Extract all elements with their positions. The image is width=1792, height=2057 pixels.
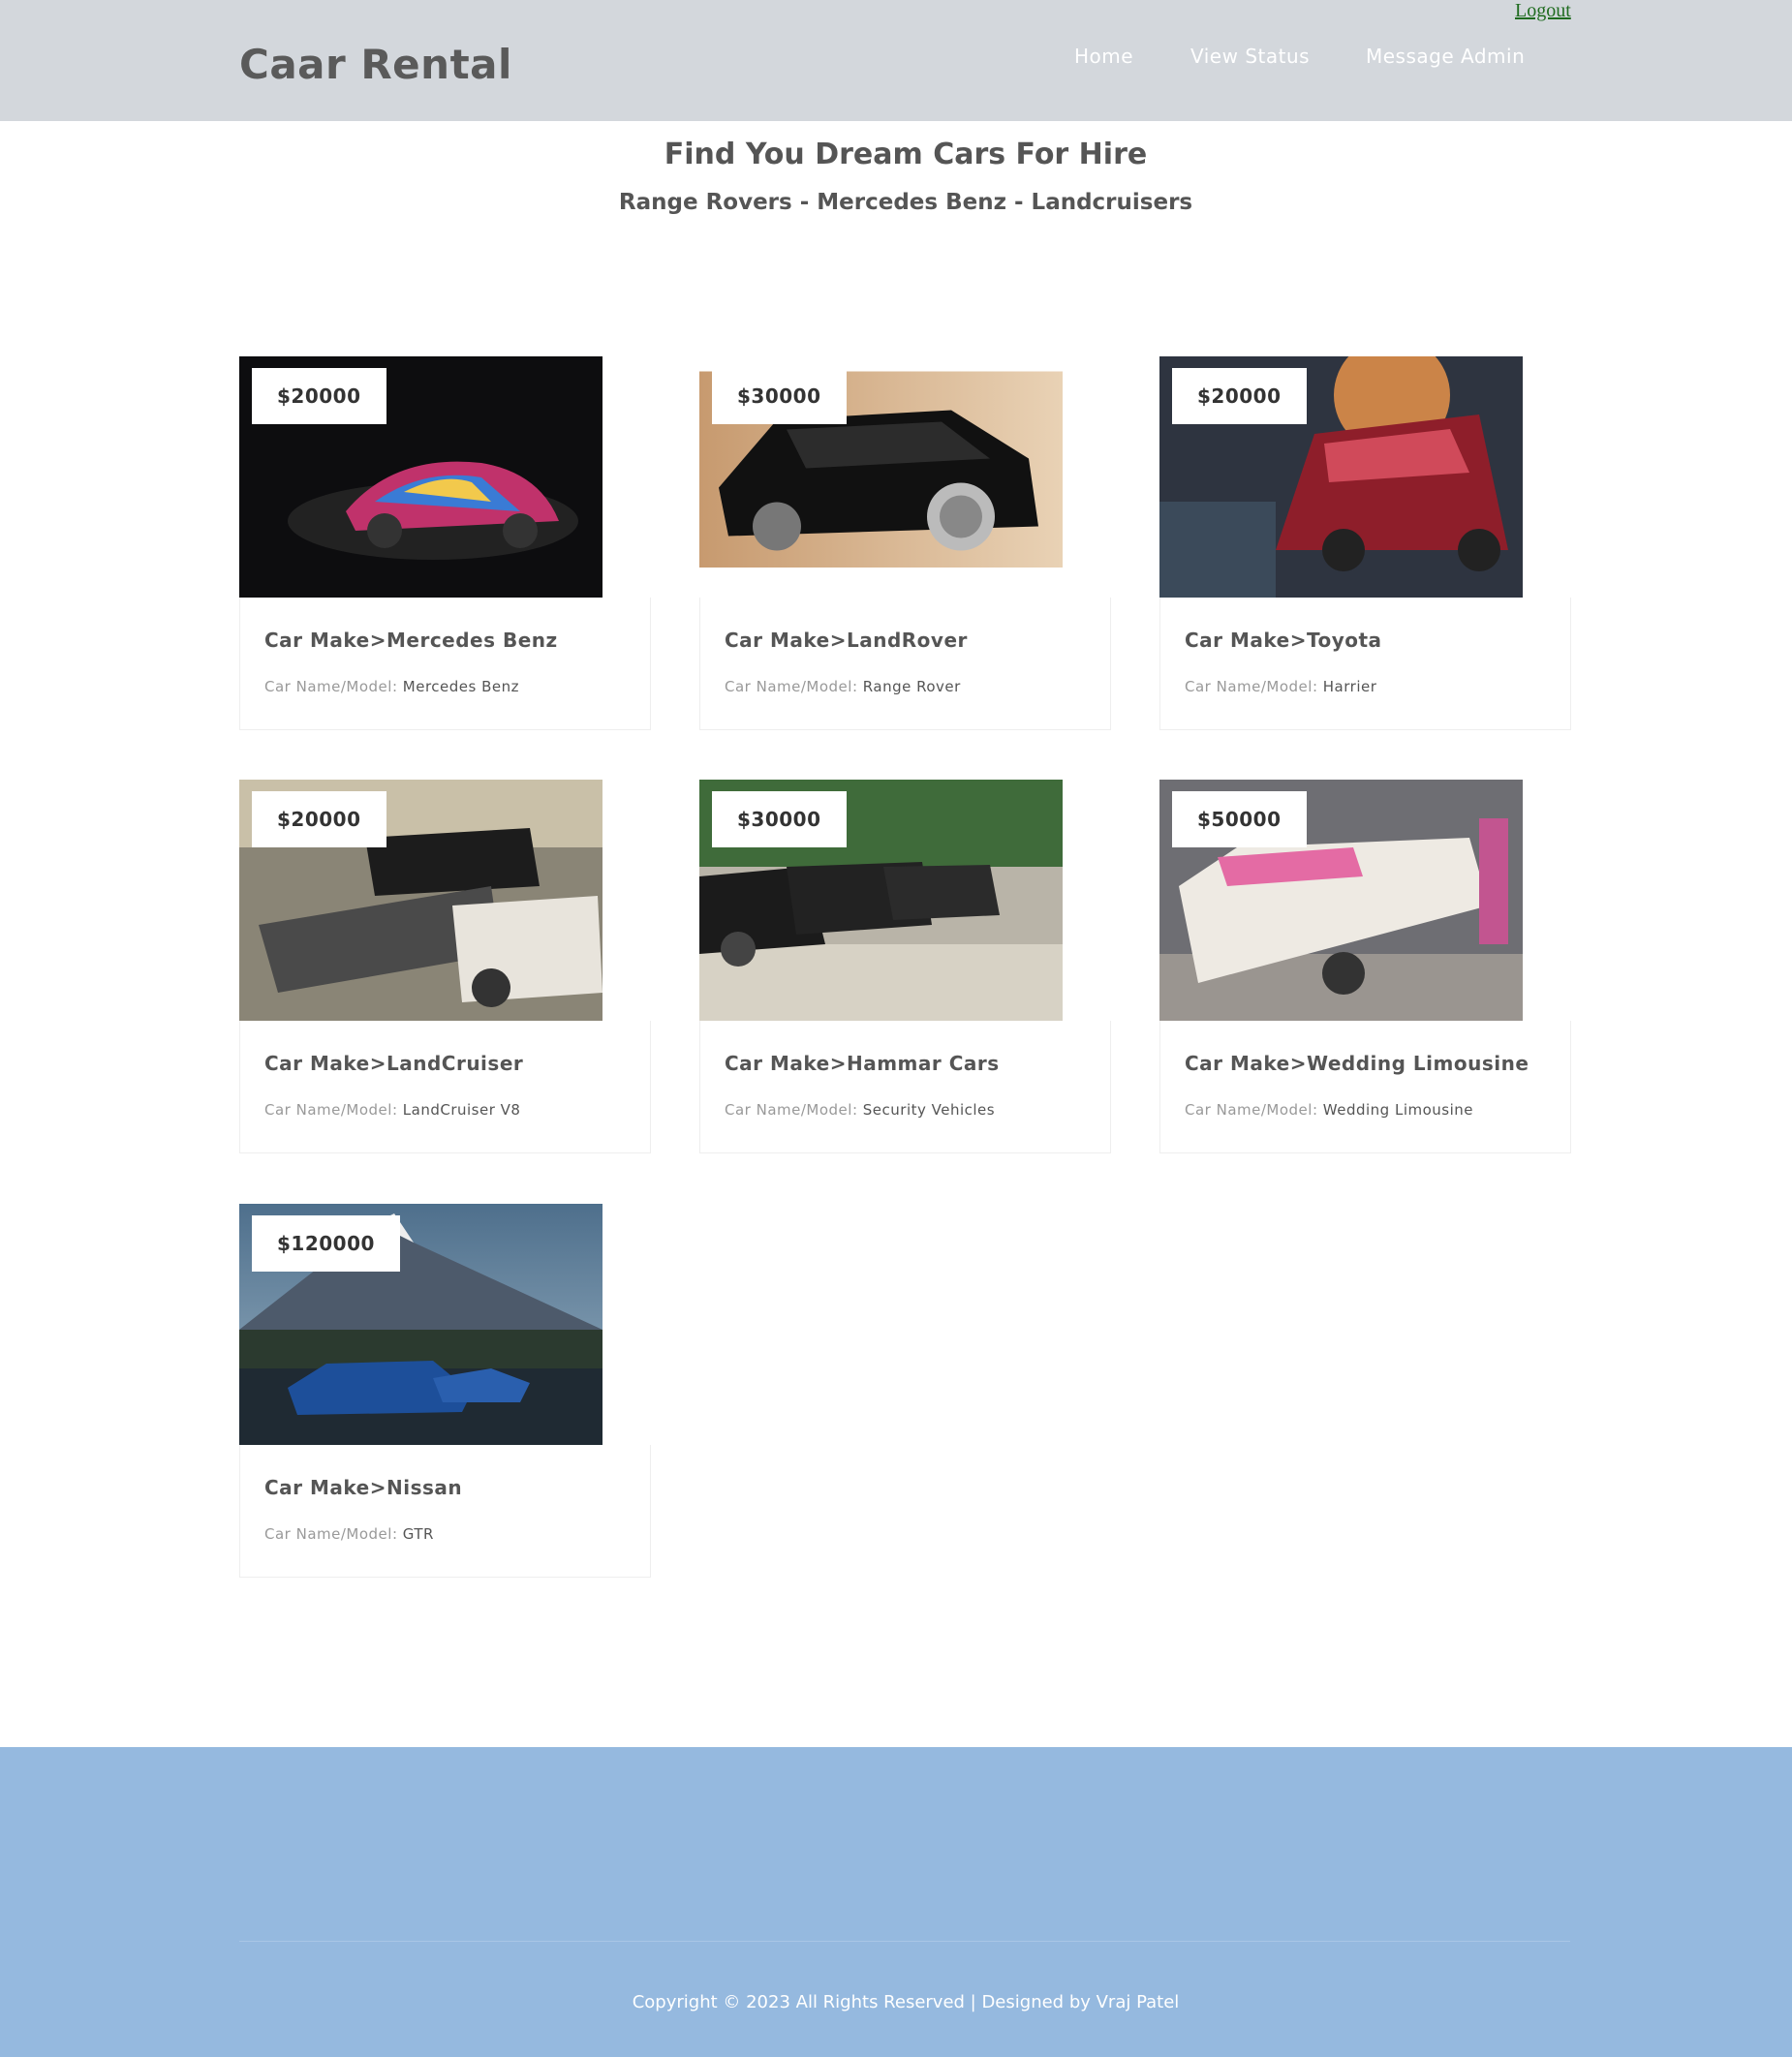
nav-view-status[interactable]: View Status	[1190, 45, 1310, 68]
car-model: Car Name/Model: Mercedes Benz	[264, 678, 519, 695]
copyright-text: Copyright © 2023 All Rights Reserved | D…	[632, 1992, 1180, 2012]
car-model: Car Name/Model: Wedding Limousine	[1185, 1101, 1473, 1119]
price-badge: $20000	[252, 368, 386, 424]
model-label: Car Name/Model:	[264, 1525, 398, 1543]
model-label: Car Name/Model:	[725, 678, 858, 695]
logout-link[interactable]: Logout	[1515, 0, 1571, 22]
model-label: Car Name/Model:	[264, 678, 398, 695]
car-card[interactable]: $30000 Car Make>LandRover Car Name/Model…	[699, 356, 1111, 731]
car-make: Car Make>Hammar Cars	[725, 1052, 1000, 1075]
model-value: Harrier	[1322, 678, 1377, 695]
nav-home[interactable]: Home	[1074, 45, 1133, 68]
price-badge: $30000	[712, 368, 847, 424]
card-body	[699, 598, 1111, 730]
car-model: Car Name/Model: Harrier	[1185, 678, 1376, 695]
site-header: Logout Caar Rental Home View Status Mess…	[0, 0, 1792, 121]
model-value: Range Rover	[862, 678, 961, 695]
model-value: Wedding Limousine	[1322, 1101, 1474, 1119]
model-label: Car Name/Model:	[725, 1101, 858, 1119]
car-make: Car Make>LandCruiser	[264, 1052, 524, 1075]
card-body	[699, 1021, 1111, 1153]
car-model: Car Name/Model: LandCruiser V8	[264, 1101, 520, 1119]
price-badge: $120000	[252, 1215, 400, 1272]
model-label: Car Name/Model:	[264, 1101, 398, 1119]
model-value: LandCruiser V8	[402, 1101, 521, 1119]
nav-message-admin[interactable]: Message Admin	[1366, 45, 1525, 68]
car-card[interactable]: $120000 Car Make>Nissan Car Name/Model: …	[239, 1204, 651, 1579]
car-card[interactable]: $50000 Car Make>Wedding Limousine Car Na…	[1159, 780, 1571, 1154]
car-make: Car Make>Wedding Limousine	[1185, 1052, 1529, 1075]
page-title: Find You Dream Cars For Hire	[664, 138, 1148, 171]
car-card[interactable]: $20000 Car Make>Toyota Car Name/Model: H…	[1159, 356, 1571, 731]
site-footer: Copyright © 2023 All Rights Reserved | D…	[0, 1747, 1792, 2057]
brand-logo[interactable]: Caar Rental	[239, 41, 512, 88]
model-value: GTR	[402, 1525, 434, 1543]
card-body	[1159, 1021, 1571, 1153]
car-model: Car Name/Model: Range Rover	[725, 678, 961, 695]
model-label: Car Name/Model:	[1185, 1101, 1318, 1119]
card-body	[239, 1021, 651, 1153]
card-body	[239, 1445, 651, 1578]
model-value: Mercedes Benz	[402, 678, 519, 695]
car-make: Car Make>Toyota	[1185, 629, 1382, 652]
footer-divider	[239, 1941, 1570, 1942]
price-badge: $50000	[1172, 791, 1307, 847]
car-card[interactable]: $20000 Car Make>Mercedes Benz Car Name/M…	[239, 356, 651, 731]
car-make: Car Make>LandRover	[725, 629, 968, 652]
card-body	[1159, 598, 1571, 730]
car-card[interactable]: $20000 Car Make>LandCruiser Car Name/Mod…	[239, 780, 651, 1154]
car-make: Car Make>Nissan	[264, 1476, 463, 1499]
car-model: Car Name/Model: GTR	[264, 1525, 434, 1543]
price-badge: $20000	[252, 791, 386, 847]
car-model: Car Name/Model: Security Vehicles	[725, 1101, 995, 1119]
model-value: Security Vehicles	[862, 1101, 996, 1119]
card-body	[239, 598, 651, 730]
page-subtitle: Range Rovers - Mercedes Benz - Landcruis…	[618, 190, 1193, 215]
price-badge: $20000	[1172, 368, 1307, 424]
price-badge: $30000	[712, 791, 847, 847]
car-card[interactable]: $30000 Car Make>Hammar Cars Car Name/Mod…	[699, 780, 1111, 1154]
model-label: Car Name/Model:	[1185, 678, 1318, 695]
car-make: Car Make>Mercedes Benz	[264, 629, 558, 652]
